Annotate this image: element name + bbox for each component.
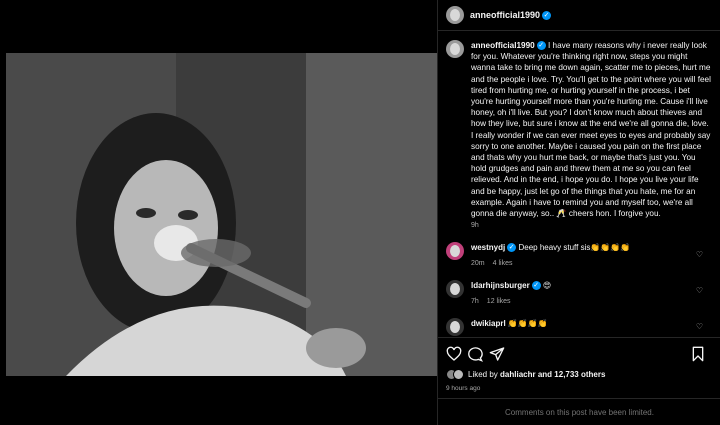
avatar[interactable] — [446, 280, 464, 298]
post-time: 9 hours ago — [446, 385, 481, 392]
heart-icon[interactable] — [446, 346, 462, 362]
comment-text: 😍 — [542, 281, 552, 290]
comment-likes[interactable]: 4 likes — [493, 260, 513, 267]
comment-username[interactable]: dwikiaprl — [471, 319, 506, 328]
avatar[interactable] — [446, 6, 464, 24]
liked-by-user[interactable]: dahliachr — [500, 370, 536, 379]
comment-time: 20m — [471, 260, 485, 267]
heart-icon[interactable]: ♡ — [696, 322, 703, 331]
avatar[interactable] — [446, 242, 464, 260]
heart-icon[interactable]: ♡ — [696, 286, 703, 295]
comment-text: 👏👏👏👏 — [507, 319, 548, 328]
comment-item: ldarhijnsburger ✓ 😍 7h 12 likes — [446, 280, 714, 307]
liked-by-prefix: Liked by — [468, 370, 498, 379]
caption-username[interactable]: anneofficial1990 — [471, 41, 535, 50]
post-actions: Liked by dahliachr and 12,733 others 9 h… — [438, 337, 720, 397]
comment-username[interactable]: ldarhijnsburger — [471, 281, 530, 290]
caption-row: anneofficial1990 ✓ I have many reasons wh… — [446, 40, 714, 219]
comment-likes[interactable]: 12 likes — [487, 298, 511, 305]
verified-badge-icon: ✓ — [542, 10, 552, 20]
comment-text: Deep heavy stuff sis👏👏👏👏 — [518, 243, 631, 252]
verified-badge-icon: ✓ — [507, 243, 517, 253]
header-username[interactable]: anneofficial1990 — [470, 10, 540, 20]
photo-illustration — [6, 53, 437, 376]
comment-username[interactable]: westnydj — [471, 243, 505, 252]
avatar — [453, 369, 464, 380]
comment-icon[interactable] — [467, 346, 483, 362]
comment-item: westnydj ✓ Deep heavy stuff sis👏👏👏👏 20m 4 … — [446, 242, 714, 269]
post-details-panel: anneofficial1990 ✓ anneofficial1990 ✓ I h… — [437, 0, 720, 425]
post-media — [0, 0, 437, 425]
verified-badge-icon: ✓ — [536, 41, 546, 51]
avatar[interactable] — [446, 318, 464, 336]
liked-by-count[interactable]: and 12,733 others — [538, 370, 606, 379]
comments-limited-notice: Comments on this post have been limited. — [438, 398, 720, 425]
bookmark-icon[interactable] — [690, 346, 706, 362]
caption-text: I have many reasons why i never really l… — [471, 41, 711, 219]
post-photo — [6, 53, 437, 376]
post-header: anneofficial1990 ✓ — [438, 0, 720, 31]
heart-icon[interactable]: ♡ — [696, 250, 703, 259]
liked-by[interactable]: Liked by dahliachr and 12,733 others — [446, 369, 605, 380]
share-icon[interactable] — [489, 346, 505, 362]
comment-item: dwikiaprl 👏👏👏👏 — [446, 318, 714, 336]
caption-time: 9h — [471, 222, 479, 229]
avatar[interactable] — [446, 40, 464, 58]
verified-badge-icon: ✓ — [531, 281, 541, 291]
caption: anneofficial1990 ✓ I have many reasons wh… — [471, 40, 711, 219]
comment-time: 7h — [471, 298, 479, 305]
